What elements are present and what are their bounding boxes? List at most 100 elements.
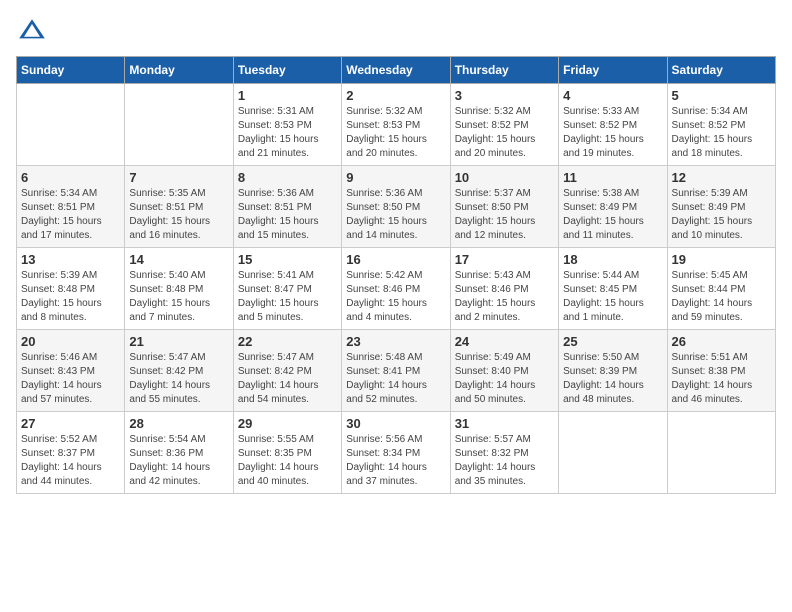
calendar-cell: 4 Sunrise: 5:33 AM Sunset: 8:52 PM Daylig… (559, 84, 667, 166)
day-number: 2 (346, 88, 445, 103)
calendar-cell: 12Sunrise: 5:39 AM Sunset: 8:49 PM Dayli… (667, 166, 775, 248)
day-info: Sunrise: 5:51 AM Sunset: 8:38 PM Dayligh… (672, 351, 771, 407)
calendar-week-row: 13 Sunrise: 5:39 AM Sunset: 8:48 PM Dayli… (17, 248, 776, 330)
day-info: Sunrise: 5:34 AM Sunset: 8:51 PM Dayligh… (21, 187, 120, 243)
calendar-cell: 3 Sunrise: 5:32 AM Sunset: 8:52 PM Daylig… (450, 84, 558, 166)
day-number: 7 (129, 170, 228, 185)
day-info: Sunrise: 5:57 AM Sunset: 8:32 PM Dayligh… (455, 433, 554, 489)
calendar-cell: 23 Sunrise: 5:48 AM Sunset: 8:41 PM Dayli… (342, 330, 450, 412)
day-info: Sunrise: 5:33 AM Sunset: 8:52 PM Dayligh… (563, 105, 662, 161)
day-number: 20 (21, 334, 120, 349)
calendar-cell: 1 Sunrise: 5:31 AM Sunset: 8:53 PM Daylig… (233, 84, 341, 166)
day-info: Sunrise: 5:34 AM Sunset: 8:52 PM Dayligh… (672, 105, 771, 161)
day-info: Sunrise: 5:32 AM Sunset: 8:53 PM Dayligh… (346, 105, 445, 161)
calendar-week-row: 20 Sunrise: 5:46 AM Sunset: 8:43 PM Dayli… (17, 330, 776, 412)
logo (16, 16, 52, 48)
day-number: 15 (238, 252, 337, 267)
day-info: Sunrise: 5:45 AM Sunset: 8:44 PM Dayligh… (672, 269, 771, 325)
calendar-cell (125, 84, 233, 166)
day-number: 18 (563, 252, 662, 267)
calendar-cell: 14 Sunrise: 5:40 AM Sunset: 8:48 PM Dayli… (125, 248, 233, 330)
calendar-week-row: 27 Sunrise: 5:52 AM Sunset: 8:37 PM Dayli… (17, 412, 776, 494)
day-number: 25 (563, 334, 662, 349)
calendar-cell: 26 Sunrise: 5:51 AM Sunset: 8:38 PM Dayli… (667, 330, 775, 412)
day-number: 22 (238, 334, 337, 349)
day-info: Sunrise: 5:47 AM Sunset: 8:42 PM Dayligh… (238, 351, 337, 407)
day-of-week-header: Tuesday (233, 57, 341, 84)
day-info: Sunrise: 5:36 AM Sunset: 8:50 PM Dayligh… (346, 187, 445, 243)
calendar-cell: 20 Sunrise: 5:46 AM Sunset: 8:43 PM Dayli… (17, 330, 125, 412)
calendar-cell: 28Sunrise: 5:54 AM Sunset: 8:36 PM Dayli… (125, 412, 233, 494)
day-number: 6 (21, 170, 120, 185)
day-of-week-header: Wednesday (342, 57, 450, 84)
day-number: 30 (346, 416, 445, 431)
day-info: Sunrise: 5:44 AM Sunset: 8:45 PM Dayligh… (563, 269, 662, 325)
calendar-cell: 2 Sunrise: 5:32 AM Sunset: 8:53 PM Daylig… (342, 84, 450, 166)
calendar-cell (667, 412, 775, 494)
day-info: Sunrise: 5:54 AM Sunset: 8:36 PM Dayligh… (129, 433, 228, 489)
day-info: Sunrise: 5:40 AM Sunset: 8:48 PM Dayligh… (129, 269, 228, 325)
calendar-cell: 10Sunrise: 5:37 AM Sunset: 8:50 PM Dayli… (450, 166, 558, 248)
calendar-cell: 24Sunrise: 5:49 AM Sunset: 8:40 PM Dayli… (450, 330, 558, 412)
calendar-table: SundayMondayTuesdayWednesdayThursdayFrid… (16, 56, 776, 494)
day-info: Sunrise: 5:35 AM Sunset: 8:51 PM Dayligh… (129, 187, 228, 243)
day-info: Sunrise: 5:55 AM Sunset: 8:35 PM Dayligh… (238, 433, 337, 489)
day-number: 16 (346, 252, 445, 267)
day-number: 3 (455, 88, 554, 103)
day-info: Sunrise: 5:39 AM Sunset: 8:49 PM Dayligh… (672, 187, 771, 243)
day-number: 29 (238, 416, 337, 431)
day-of-week-header: Monday (125, 57, 233, 84)
calendar-cell: 13 Sunrise: 5:39 AM Sunset: 8:48 PM Dayli… (17, 248, 125, 330)
logo-icon (16, 16, 48, 48)
day-info: Sunrise: 5:48 AM Sunset: 8:41 PM Dayligh… (346, 351, 445, 407)
day-number: 23 (346, 334, 445, 349)
calendar-cell: 16 Sunrise: 5:42 AM Sunset: 8:46 PM Dayli… (342, 248, 450, 330)
day-number: 26 (672, 334, 771, 349)
day-number: 8 (238, 170, 337, 185)
calendar-cell: 19Sunrise: 5:45 AM Sunset: 8:44 PM Dayli… (667, 248, 775, 330)
calendar-cell: 27 Sunrise: 5:52 AM Sunset: 8:37 PM Dayli… (17, 412, 125, 494)
calendar-cell: 18 Sunrise: 5:44 AM Sunset: 8:45 PM Dayli… (559, 248, 667, 330)
calendar-cell: 5Sunrise: 5:34 AM Sunset: 8:52 PM Daylig… (667, 84, 775, 166)
day-info: Sunrise: 5:52 AM Sunset: 8:37 PM Dayligh… (21, 433, 120, 489)
calendar-cell: 17Sunrise: 5:43 AM Sunset: 8:46 PM Dayli… (450, 248, 558, 330)
day-number: 27 (21, 416, 120, 431)
calendar-cell: 8 Sunrise: 5:36 AM Sunset: 8:51 PM Daylig… (233, 166, 341, 248)
calendar-cell: 22 Sunrise: 5:47 AM Sunset: 8:42 PM Dayli… (233, 330, 341, 412)
day-number: 21 (129, 334, 228, 349)
page-header (16, 16, 776, 48)
day-info: Sunrise: 5:56 AM Sunset: 8:34 PM Dayligh… (346, 433, 445, 489)
calendar-cell: 31 Sunrise: 5:57 AM Sunset: 8:32 PM Dayli… (450, 412, 558, 494)
day-info: Sunrise: 5:43 AM Sunset: 8:46 PM Dayligh… (455, 269, 554, 325)
day-of-week-header: Thursday (450, 57, 558, 84)
day-number: 1 (238, 88, 337, 103)
day-info: Sunrise: 5:36 AM Sunset: 8:51 PM Dayligh… (238, 187, 337, 243)
day-info: Sunrise: 5:39 AM Sunset: 8:48 PM Dayligh… (21, 269, 120, 325)
calendar-cell: 30 Sunrise: 5:56 AM Sunset: 8:34 PM Dayli… (342, 412, 450, 494)
day-number: 10 (455, 170, 554, 185)
day-info: Sunrise: 5:46 AM Sunset: 8:43 PM Dayligh… (21, 351, 120, 407)
calendar-cell (559, 412, 667, 494)
calendar-cell: 21Sunrise: 5:47 AM Sunset: 8:42 PM Dayli… (125, 330, 233, 412)
day-info: Sunrise: 5:32 AM Sunset: 8:52 PM Dayligh… (455, 105, 554, 161)
day-info: Sunrise: 5:41 AM Sunset: 8:47 PM Dayligh… (238, 269, 337, 325)
day-number: 24 (455, 334, 554, 349)
day-number: 31 (455, 416, 554, 431)
calendar-week-row: 6 Sunrise: 5:34 AM Sunset: 8:51 PM Daylig… (17, 166, 776, 248)
day-number: 13 (21, 252, 120, 267)
day-info: Sunrise: 5:42 AM Sunset: 8:46 PM Dayligh… (346, 269, 445, 325)
calendar-cell: 7 Sunrise: 5:35 AM Sunset: 8:51 PM Daylig… (125, 166, 233, 248)
day-number: 9 (346, 170, 445, 185)
day-of-week-header: Saturday (667, 57, 775, 84)
day-info: Sunrise: 5:31 AM Sunset: 8:53 PM Dayligh… (238, 105, 337, 161)
calendar-cell: 29 Sunrise: 5:55 AM Sunset: 8:35 PM Dayli… (233, 412, 341, 494)
calendar-header-row: SundayMondayTuesdayWednesdayThursdayFrid… (17, 57, 776, 84)
calendar-week-row: 1 Sunrise: 5:31 AM Sunset: 8:53 PM Daylig… (17, 84, 776, 166)
day-number: 14 (129, 252, 228, 267)
calendar-cell: 25Sunrise: 5:50 AM Sunset: 8:39 PM Dayli… (559, 330, 667, 412)
day-number: 11 (563, 170, 662, 185)
calendar-cell: 6 Sunrise: 5:34 AM Sunset: 8:51 PM Daylig… (17, 166, 125, 248)
calendar-cell: 9 Sunrise: 5:36 AM Sunset: 8:50 PM Daylig… (342, 166, 450, 248)
day-number: 4 (563, 88, 662, 103)
calendar-cell (17, 84, 125, 166)
